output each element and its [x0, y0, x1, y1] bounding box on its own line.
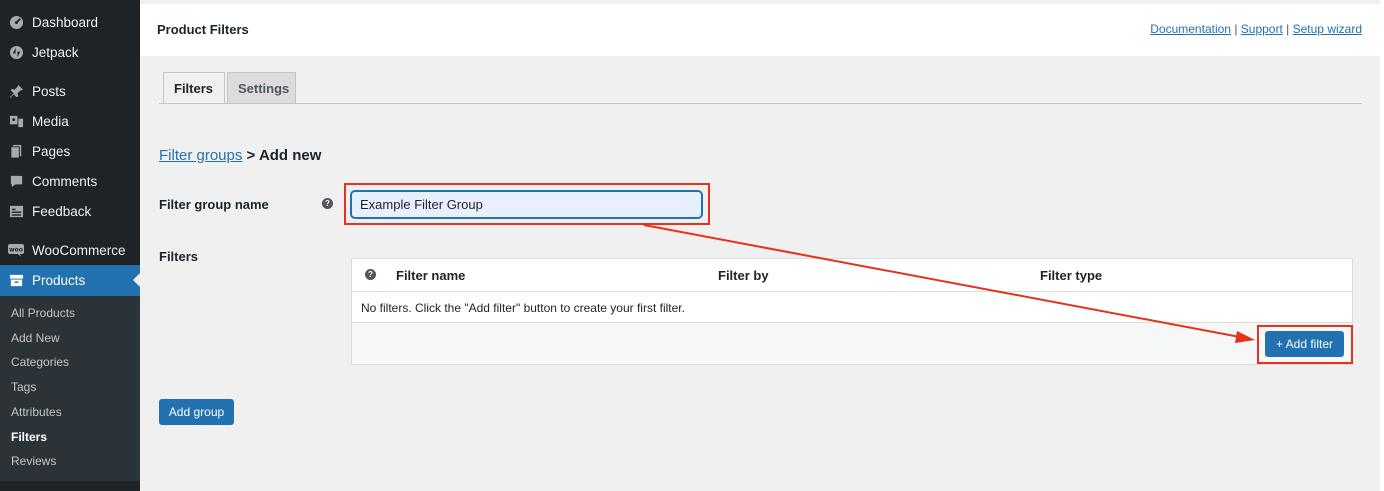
- sidebar-item-jetpack[interactable]: Jetpack: [0, 37, 140, 67]
- table-row: No filters. Click the "Add filter" butto…: [352, 292, 1352, 323]
- highlight-box-add-filter: [1257, 325, 1353, 364]
- submenu-item-filters[interactable]: Filters: [11, 427, 47, 447]
- sidebar-item-pages[interactable]: Pages: [0, 136, 140, 166]
- table-header-row: ? Filter name Filter by Filter type: [352, 259, 1352, 292]
- empty-message: No filters. Click the "Add filter" butto…: [361, 301, 685, 315]
- sidebar-item-woocommerce[interactable]: woo WooCommerce: [0, 235, 140, 265]
- sidebar-item-label: Comments: [32, 173, 98, 189]
- sidebar-item-products[interactable]: Products: [0, 265, 140, 296]
- page-title: Product Filters: [157, 22, 249, 37]
- active-indicator: [133, 273, 140, 287]
- filters-label: Filters: [159, 249, 199, 264]
- column-header-filter-type: Filter type: [1040, 268, 1103, 283]
- sidebar-item-label: Posts: [32, 83, 66, 99]
- tab-settings[interactable]: Settings: [227, 72, 296, 104]
- filters-table: ? Filter name Filter by Filter type No f…: [351, 258, 1353, 365]
- jetpack-icon: [8, 44, 24, 60]
- sidebar-item-label: Pages: [32, 143, 71, 159]
- add-group-button[interactable]: Add group: [159, 399, 234, 425]
- submenu-item-reviews[interactable]: Reviews: [11, 451, 56, 471]
- sidebar-item-comments[interactable]: Comments: [0, 166, 140, 196]
- archive-icon: [8, 273, 24, 289]
- breadcrumb-current: Add new: [258, 147, 322, 164]
- sidebar-item-label: Media: [32, 113, 69, 129]
- right-edge: [1380, 0, 1384, 491]
- header-links: Documentation | Support | Setup wizard: [1150, 22, 1362, 36]
- column-help-icon[interactable]: ?: [365, 269, 376, 280]
- products-submenu: All Products Add New Categories Tags Att…: [0, 296, 140, 481]
- media-icon: [8, 113, 24, 129]
- setup-wizard-link[interactable]: Setup wizard: [1293, 22, 1362, 36]
- sidebar-item-media[interactable]: Media: [0, 106, 140, 136]
- page-icon: [8, 143, 24, 159]
- breadcrumb-separator: >: [246, 147, 256, 164]
- comment-icon: [8, 173, 24, 189]
- sidebar-item-label: Dashboard: [32, 14, 99, 30]
- sidebar-item-label: WooCommerce: [32, 242, 126, 258]
- submenu-item-categories[interactable]: Categories: [11, 352, 69, 372]
- link-separator: |: [1286, 22, 1290, 36]
- sidebar-item-dashboard[interactable]: Dashboard: [0, 7, 140, 37]
- svg-text:woo: woo: [9, 246, 23, 253]
- filter-groups-link[interactable]: Filter groups: [159, 147, 242, 164]
- submenu-item-add-new[interactable]: Add New: [11, 328, 60, 348]
- breadcrumb: Filter groups > Add new: [159, 147, 321, 164]
- woocommerce-icon: woo: [8, 242, 24, 258]
- submenu-item-tags[interactable]: Tags: [11, 377, 36, 397]
- sidebar-item-feedback[interactable]: Feedback: [0, 196, 140, 226]
- sidebar-item-posts[interactable]: Posts: [0, 76, 140, 106]
- sidebar-item-label: Products: [32, 273, 86, 288]
- sidebar-item-label: Jetpack: [32, 44, 79, 60]
- column-header-filter-by: Filter by: [718, 268, 769, 283]
- submenu-item-attributes[interactable]: Attributes: [11, 402, 62, 422]
- page-header: Product Filters Documentation | Support …: [140, 4, 1380, 56]
- dashboard-icon: [8, 14, 24, 30]
- sidebar-item-label: Feedback: [32, 203, 92, 219]
- column-header-filter-name: Filter name: [396, 268, 466, 283]
- group-name-label: Filter group name: [159, 197, 269, 212]
- documentation-link[interactable]: Documentation: [1150, 22, 1231, 36]
- feedback-icon: [8, 203, 24, 219]
- help-icon[interactable]: ?: [322, 198, 333, 209]
- tabs-divider: [159, 103, 1362, 104]
- table-footer: [352, 323, 1352, 364]
- support-link[interactable]: Support: [1241, 22, 1283, 36]
- tab-filters[interactable]: Filters: [163, 72, 225, 104]
- link-separator: |: [1234, 22, 1238, 36]
- admin-sidebar: Dashboard Jetpack Posts Media Pages Comm…: [0, 0, 140, 491]
- highlight-box-input: [344, 183, 710, 225]
- pin-icon: [8, 83, 24, 99]
- submenu-item-all-products[interactable]: All Products: [11, 303, 75, 323]
